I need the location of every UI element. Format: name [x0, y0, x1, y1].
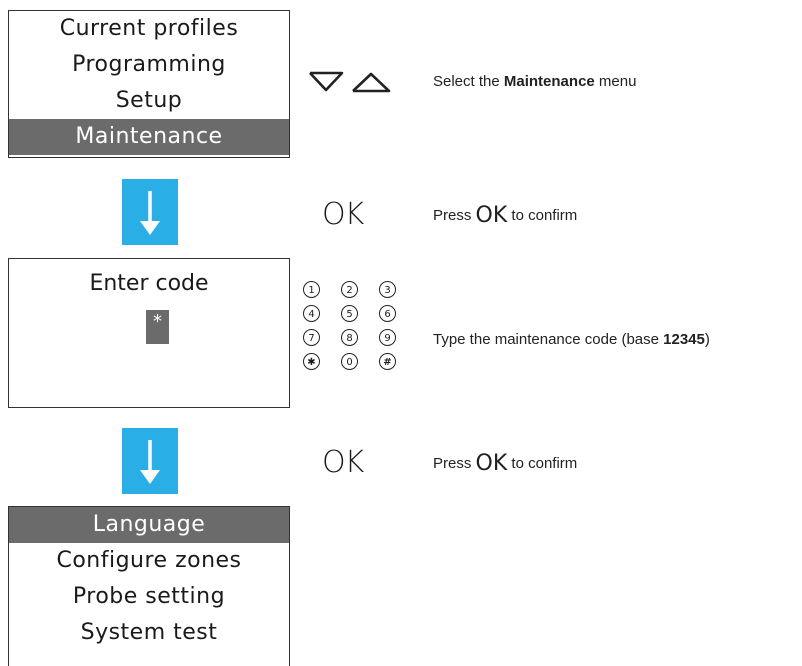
ok-button[interactable]: OK: [322, 197, 364, 232]
key-4[interactable]: 4: [303, 305, 320, 322]
ok-button[interactable]: OK: [322, 445, 364, 480]
menu-item-configure-zones[interactable]: Configure zones: [9, 543, 289, 579]
menu-item-probe-setting[interactable]: Probe setting: [9, 579, 289, 615]
menu-item-programming[interactable]: Programming: [9, 47, 289, 83]
key-6[interactable]: 6: [379, 305, 396, 322]
key-7[interactable]: 7: [303, 329, 320, 346]
menu-item-language[interactable]: Language: [9, 507, 289, 543]
key-star[interactable]: ✱: [303, 353, 320, 370]
menu-item-setup[interactable]: Setup: [9, 83, 289, 119]
instruction-type-code: Type the maintenance code (base 12345): [433, 331, 710, 348]
key-8[interactable]: 8: [341, 329, 358, 346]
menu-item-current-profiles[interactable]: Current profiles: [9, 11, 289, 47]
instruction-press-ok: Press OK to confirm: [433, 203, 578, 228]
display-maintenance-menu: Language Configure zones Probe setting S…: [8, 506, 290, 666]
instruction-press-ok: Press OK to confirm: [433, 451, 578, 476]
code-entry-field[interactable]: *: [146, 310, 169, 344]
down-up-arrows-icon[interactable]: [309, 66, 405, 98]
key-5[interactable]: 5: [341, 305, 358, 322]
step-down-arrow-icon: [122, 428, 178, 494]
key-9[interactable]: 9: [379, 329, 396, 346]
display-main-menu: Current profiles Programming Setup Maint…: [8, 10, 290, 158]
key-0[interactable]: 0: [341, 353, 358, 370]
step-down-arrow-icon: [122, 179, 178, 245]
key-1[interactable]: 1: [303, 281, 320, 298]
enter-code-title: Enter code: [89, 271, 209, 296]
instruction-select-maintenance: Select the Maintenance menu: [433, 73, 637, 90]
key-3[interactable]: 3: [379, 281, 396, 298]
key-hash[interactable]: #: [379, 353, 396, 370]
menu-item-maintenance[interactable]: Maintenance: [9, 119, 289, 155]
key-2[interactable]: 2: [341, 281, 358, 298]
display-enter-code: Enter code *: [8, 258, 290, 408]
menu-item-system-test[interactable]: System test: [9, 615, 289, 651]
